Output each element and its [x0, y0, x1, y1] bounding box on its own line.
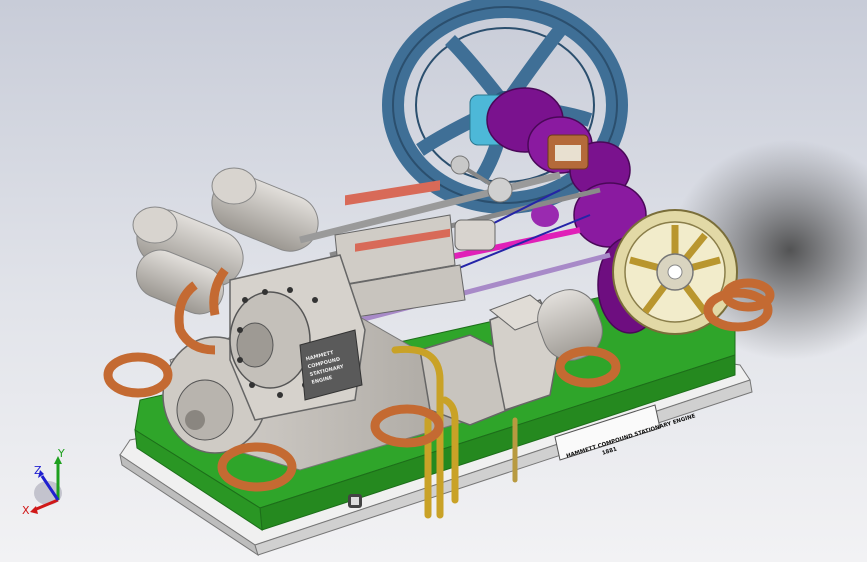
model-viewport[interactable]: HAMMETT COMPOUND STATIONARY ENGINE HAMME… [0, 0, 867, 562]
orientation-triad[interactable]: Y X Z [20, 448, 80, 518]
bed-bolt [348, 494, 362, 508]
y-axis-label: Y [57, 448, 65, 460]
engine-model[interactable]: HAMMETT COMPOUND STATIONARY ENGINE HAMME… [0, 0, 867, 562]
small-flywheel [612, 209, 738, 335]
crank-block-face [555, 145, 581, 161]
z-axis-label: Z [34, 464, 42, 477]
x-arrow-icon [30, 506, 38, 514]
x-axis-label: X [22, 504, 30, 517]
